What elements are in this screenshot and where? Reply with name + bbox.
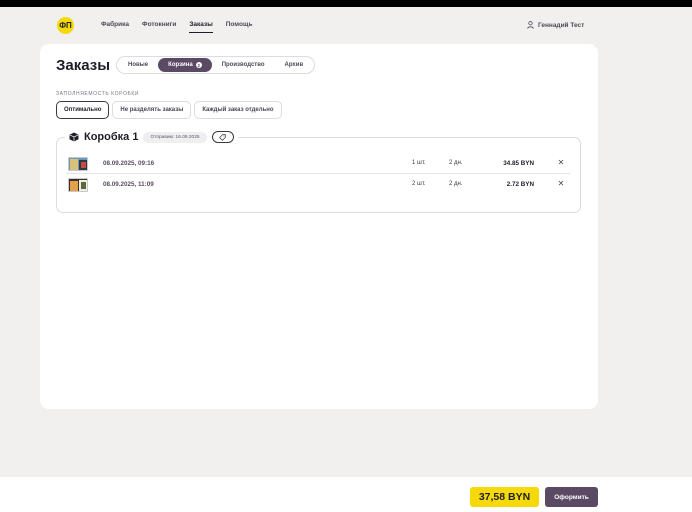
ship-date-badge: Отправим: 16.09.2025 — [143, 131, 207, 143]
nav-item-factory[interactable]: Фабрика — [101, 21, 129, 28]
main-nav: Фабрика Фотокниги Заказы Помощь — [101, 21, 253, 33]
order-row[interactable]: 08.09.2025, 09:16 1 шт. 2 дн. 34.85 BYN … — [66, 154, 570, 174]
box-panel: Коробка 1 Отправим: 16.09.2025 08.09.202… — [56, 131, 581, 213]
tab-label: Архив — [284, 62, 304, 68]
user-icon — [527, 21, 534, 29]
user-menu[interactable]: Геннадий Тест — [527, 21, 584, 29]
order-thumbnail — [68, 157, 88, 171]
logo-mark: ФП — [59, 21, 72, 30]
tab-archive[interactable]: Архив — [275, 58, 314, 72]
nav-item-help[interactable]: Помощь — [226, 21, 253, 28]
order-quantity: 2 шт. — [412, 181, 426, 187]
tab-label: Корзина — [168, 62, 193, 68]
order-date[interactable]: 08.09.2025, 09:16 — [103, 160, 154, 167]
fill-option-no-split[interactable]: Не разделять заказы — [112, 101, 192, 119]
nav-item-orders[interactable]: Заказы — [189, 21, 214, 33]
tab-label: Новые — [128, 62, 149, 68]
order-date[interactable]: 08.09.2025, 11:09 — [103, 181, 154, 188]
order-row[interactable]: 08.09.2025, 11:09 2 шт. 2 дн. 2.72 BYN ✕ — [66, 175, 570, 195]
top-strip — [0, 0, 692, 7]
tag-icon — [219, 133, 226, 141]
nav-item-photobooks[interactable]: Фотокниги — [142, 21, 176, 28]
checkout-button[interactable]: Оформить — [545, 487, 598, 507]
tab-production[interactable]: Производство — [212, 58, 275, 72]
order-thumbnail — [68, 178, 88, 192]
remove-order-button[interactable]: ✕ — [556, 179, 566, 189]
order-price: 2.72 BYN — [506, 181, 534, 188]
logo[interactable]: ФП — [57, 17, 74, 34]
fill-option-optimal[interactable]: Оптимально — [56, 101, 110, 119]
box-title: Коробка 1 — [84, 131, 139, 143]
box-fill-options: Оптимально Не разделять заказы Каждый за… — [56, 101, 282, 119]
cart-count-badge: 2 — [195, 62, 202, 68]
orders-card: Заказы Новые Корзина 2 Производство Архи… — [40, 44, 598, 409]
order-price: 34.85 BYN — [503, 160, 534, 167]
tab-label: Производство — [221, 62, 265, 68]
order-production-days: 2 дн. — [449, 160, 463, 166]
tab-new[interactable]: Новые — [118, 58, 158, 72]
order-tabs: Новые Корзина 2 Производство Архив — [116, 56, 316, 74]
user-name: Геннадий Тест — [538, 21, 585, 29]
total-price: 37,58 BYN — [470, 487, 539, 507]
box-header: Коробка 1 Отправим: 16.09.2025 — [65, 131, 238, 143]
box-fill-label: ЗАПОЛНЯЕМОСТЬ КОРОБКИ — [56, 91, 140, 97]
order-quantity: 1 шт. — [412, 160, 426, 166]
checkout-footer: 37,58 BYN Оформить — [0, 477, 692, 512]
tag-button[interactable] — [211, 131, 234, 143]
fill-option-each-separate[interactable]: Каждый заказ отдельно — [194, 101, 282, 119]
order-production-days: 2 дн. — [449, 181, 463, 187]
tab-cart[interactable]: Корзина 2 — [158, 58, 212, 72]
box-icon — [69, 132, 79, 142]
remove-order-button[interactable]: ✕ — [556, 158, 566, 168]
page-title: Заказы — [56, 57, 111, 74]
